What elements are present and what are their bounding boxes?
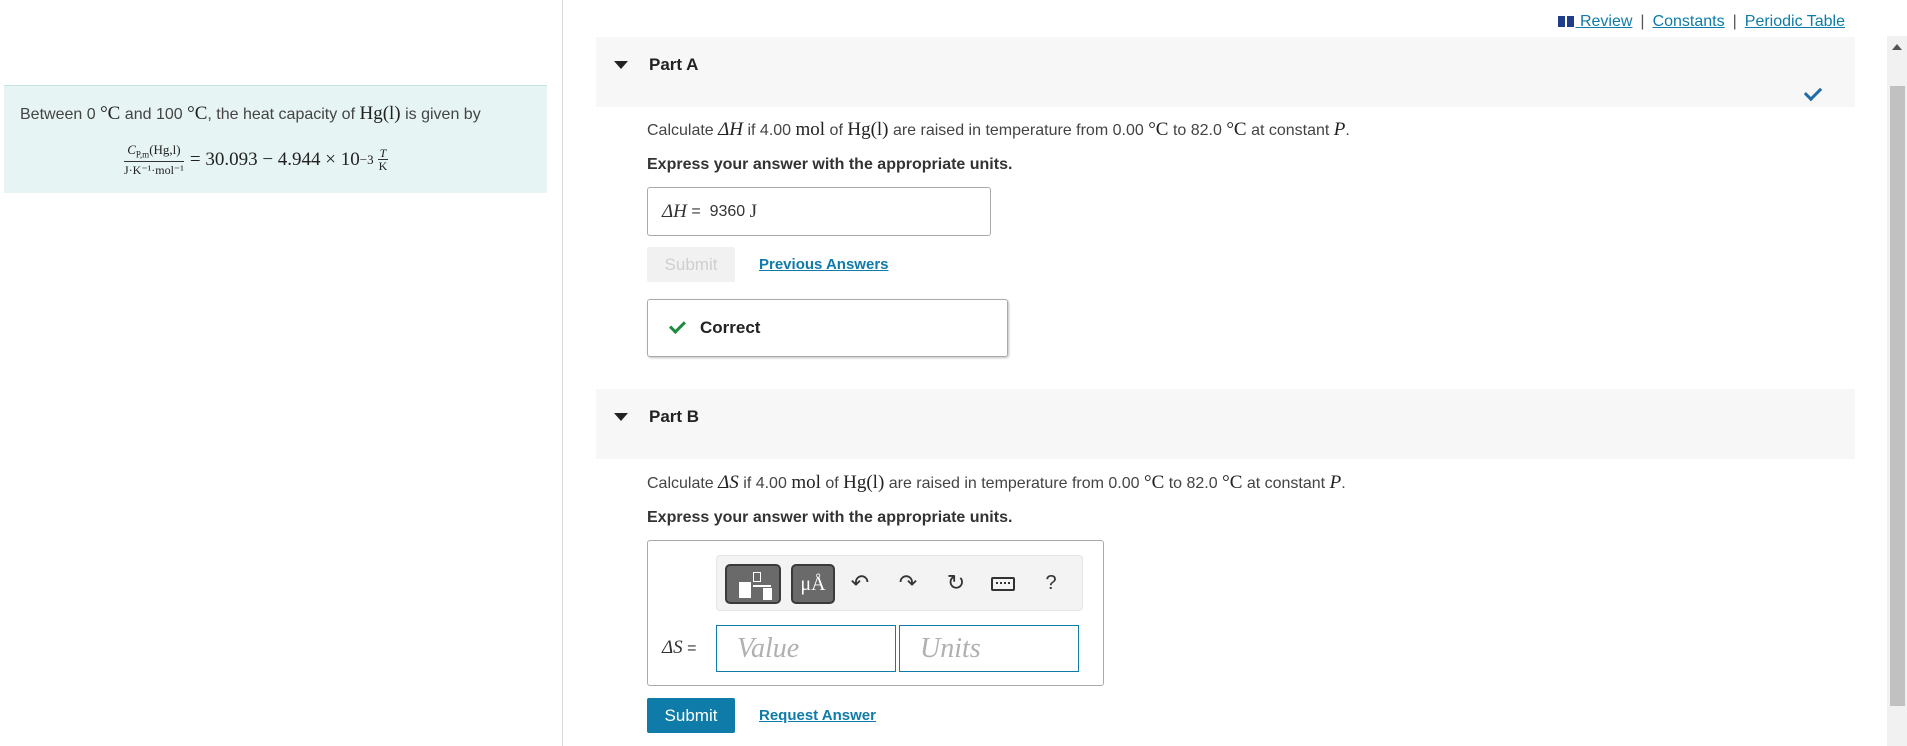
periodic-table-link[interactable]: Periodic Table [1745,13,1845,31]
reset-icon[interactable]: ↻ [942,568,970,598]
undo-icon[interactable]: ↶ [846,568,874,598]
part-b-submit-button[interactable]: Submit [647,698,735,733]
units-tool-button[interactable]: μÅ [791,564,835,604]
caret-down-icon[interactable] [614,61,628,69]
heat-capacity-formula: CP,m(Hg,l) J·K⁻¹·mol⁻¹ = 30.093 − 4.944 … [124,142,389,177]
answer-value: 9360 [709,202,746,220]
answer-unit: J [749,200,758,222]
help-icon[interactable]: ? [1037,568,1065,598]
previous-answers-link[interactable]: Previous Answers [759,256,889,273]
units-input[interactable] [899,625,1079,672]
part-a-submit-button[interactable]: Submit [647,247,735,282]
part-b-header[interactable]: Part B [596,389,1855,459]
intro-text: Between 0 °C and 100 °C, the heat capaci… [20,103,481,124]
redo-icon[interactable]: ↷ [894,568,922,598]
part-a-instruction: Express your answer with the appropriate… [647,156,1013,173]
correct-check-icon [669,317,686,334]
feedback-label: Correct [700,318,761,337]
templates-button[interactable] [725,564,781,604]
problem-intro-box: Between 0 °C and 100 °C, the heat capaci… [4,85,547,193]
constants-link[interactable]: Constants [1653,13,1725,31]
scrollbar-thumb[interactable] [1890,86,1905,706]
substance-formula: Hg(l) [359,103,401,124]
part-b-question: Calculate ΔS if 4.00 mol of Hg(l) are ra… [647,472,1346,493]
part-a-title: Part A [649,55,699,74]
value-input[interactable] [716,625,896,672]
feedback-correct-box: Correct [647,299,1008,357]
problem-intro-pane: Between 0 °C and 100 °C, the heat capaci… [0,0,563,746]
keyboard-icon[interactable] [989,568,1017,598]
resource-links: Review | Constants | Periodic Table [1557,13,1845,31]
request-answer-link[interactable]: Request Answer [759,707,876,724]
caret-down-icon[interactable] [614,413,628,421]
math-toolbar: μÅ ↶ ↷ ↻ ? [716,555,1083,611]
part-b-instruction: Express your answer with the appropriate… [647,509,1013,526]
part-a-question: Calculate ΔH if 4.00 mol of Hg(l) are ra… [647,119,1350,140]
part-a-answer-display: ΔH = 9360 J [647,187,991,236]
delta-s-label: ΔS = [662,637,697,658]
book-icon [1557,16,1574,28]
completed-check-icon [1803,82,1823,102]
answer-editor: μÅ ↶ ↷ ↻ ? ΔS = [647,540,1104,686]
part-a-header[interactable]: Part A [596,37,1855,107]
scroll-up-arrow-icon[interactable] [1892,44,1902,50]
review-link[interactable]: Review [1557,13,1632,31]
vertical-scrollbar[interactable] [1887,36,1907,746]
part-b-title: Part B [649,407,700,426]
